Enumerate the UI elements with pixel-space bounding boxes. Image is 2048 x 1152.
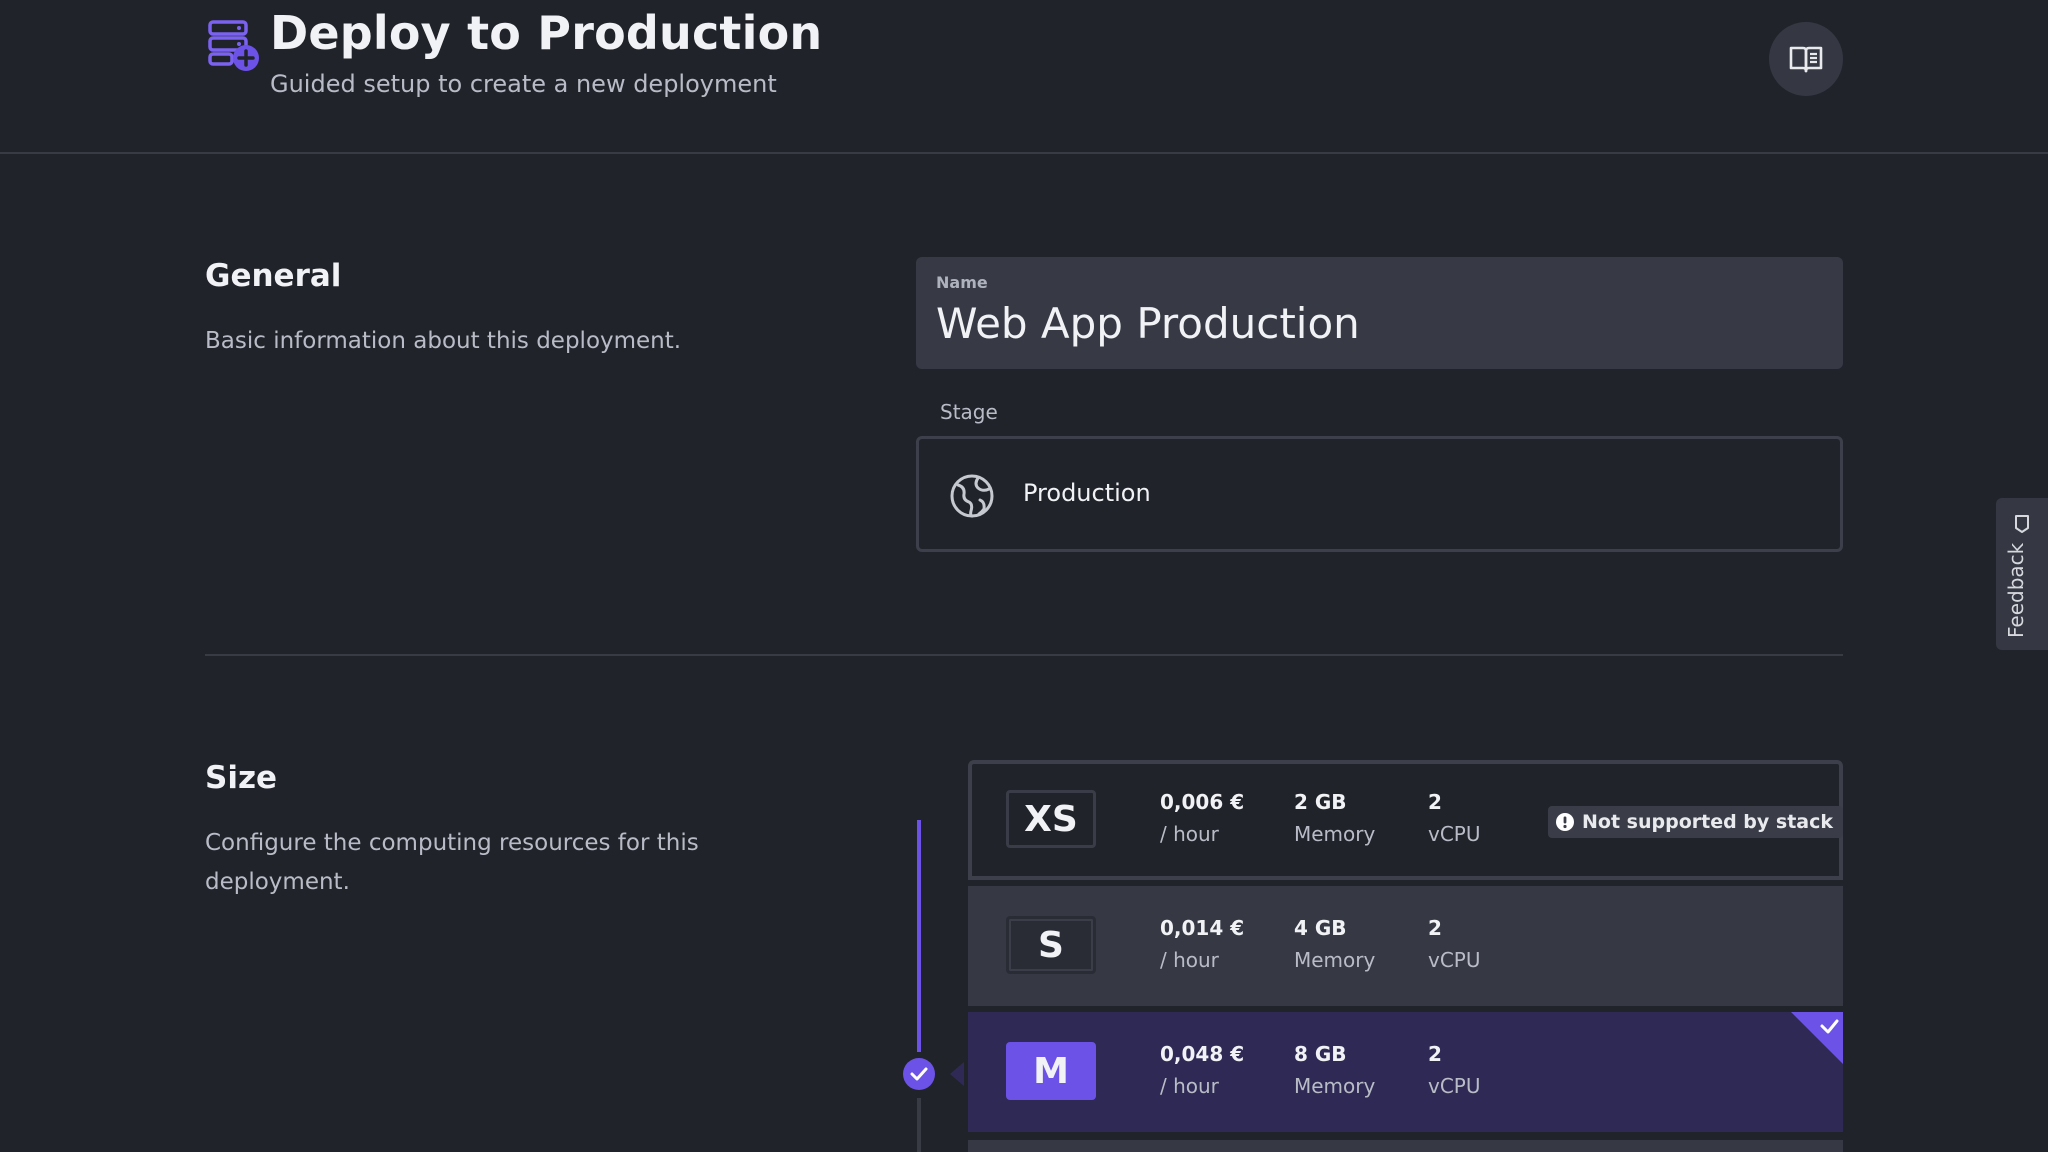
page-header: Deploy to Production Guided setup to cre… — [0, 0, 2048, 154]
name-field[interactable]: Name Web App Production — [916, 257, 1843, 369]
page-subtitle: Guided setup to create a new deployment — [270, 70, 777, 98]
not-supported-badge: Not supported by stack — [1548, 806, 1844, 838]
stage-value: Production — [1023, 479, 1151, 507]
size-option-xs[interactable]: XS 0,006 € / hour 2 GB Memory 2 vCPU Not… — [968, 760, 1844, 880]
size-option-next[interactable] — [968, 1140, 1843, 1152]
progress-line-remaining — [917, 1098, 921, 1152]
size-memory: 4 GB Memory — [1294, 916, 1376, 972]
size-price: 0,048 € / hour — [1160, 1042, 1245, 1098]
size-price: 0,006 € / hour — [1160, 790, 1245, 846]
stage-label: Stage — [940, 400, 998, 424]
size-option-m[interactable]: M 0,048 € / hour 8 GB Memory 2 vCPU — [968, 1012, 1843, 1132]
size-badge: S — [1006, 916, 1096, 974]
general-section-description: Basic information about this deployment. — [205, 328, 682, 354]
deployment-wizard: Deploy to Production Guided setup to cre… — [0, 0, 2048, 1152]
general-section-title: General — [205, 258, 342, 294]
selected-check-icon — [1791, 1012, 1843, 1064]
size-option-s[interactable]: S 0,014 € / hour 4 GB Memory 2 vCPU — [968, 886, 1843, 1006]
alert-icon — [1556, 813, 1574, 831]
not-supported-label: Not supported by stack — [1582, 811, 1834, 833]
size-cpu: 2 vCPU — [1428, 790, 1481, 846]
size-cpu: 2 vCPU — [1428, 1042, 1481, 1098]
feedback-icon — [2015, 515, 2029, 533]
progress-line — [917, 820, 921, 1052]
size-section-description: Configure the computing resources for th… — [205, 830, 699, 895]
size-section-title: Size — [205, 760, 278, 796]
name-field-label: Name — [936, 273, 988, 292]
docs-button[interactable] — [1769, 22, 1843, 96]
selection-pointer — [950, 1062, 964, 1086]
size-badge: XS — [1006, 790, 1096, 848]
server-add-icon — [208, 20, 259, 71]
feedback-label: Feedback — [2004, 542, 2028, 638]
size-price: 0,014 € / hour — [1160, 916, 1245, 972]
globe-icon — [950, 474, 994, 518]
book-icon — [1789, 46, 1823, 73]
size-memory: 2 GB Memory — [1294, 790, 1376, 846]
page-title: Deploy to Production — [270, 6, 823, 60]
size-cpu: 2 vCPU — [1428, 916, 1481, 972]
section-divider — [205, 654, 1843, 656]
progress-check-icon — [903, 1058, 935, 1090]
feedback-tab[interactable]: Feedback — [1996, 498, 2048, 650]
size-badge: M — [1006, 1042, 1096, 1100]
size-memory: 8 GB Memory — [1294, 1042, 1376, 1098]
stage-select[interactable]: Production — [916, 436, 1843, 552]
name-field-value[interactable]: Web App Production — [936, 299, 1360, 348]
